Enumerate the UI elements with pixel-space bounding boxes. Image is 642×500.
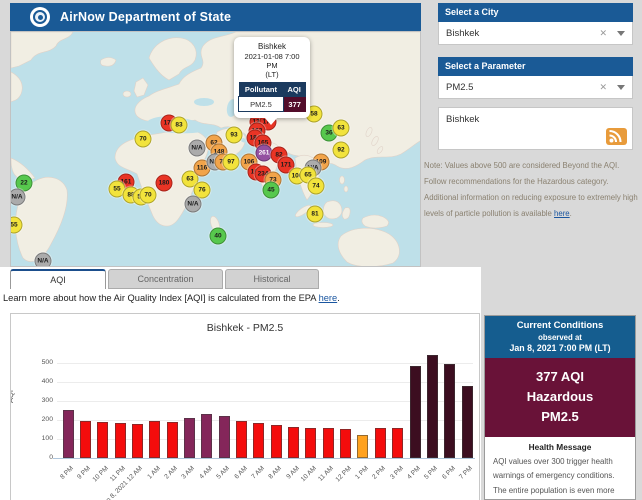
- chart-bar[interactable]: [271, 425, 282, 458]
- chart-bar[interactable]: [427, 355, 438, 458]
- aqi-value-line: 377 AQI: [485, 367, 635, 387]
- aqi-marker[interactable]: 70: [140, 187, 157, 204]
- chart-bar[interactable]: [288, 427, 299, 458]
- chart-bar[interactable]: [115, 423, 126, 458]
- city-chevron-down-icon[interactable]: [617, 31, 625, 36]
- beyond-aqi-note: Note: Values above 500 are considered Be…: [424, 158, 638, 222]
- parameter-select-box: Select a Parameter PM2.5 ✕: [438, 57, 633, 99]
- app-header: AirNow Department of State: [10, 3, 421, 31]
- note-here-link[interactable]: here: [554, 209, 570, 218]
- aqi-marker[interactable]: 81: [307, 206, 324, 223]
- health-message-title: Health Message: [493, 442, 627, 452]
- rss-icon[interactable]: [606, 128, 627, 145]
- city-select-label: Select a City: [438, 3, 633, 22]
- chart-bar[interactable]: [357, 435, 368, 458]
- parameter-select[interactable]: PM2.5 ✕: [438, 76, 633, 99]
- tab-concentration[interactable]: Concentration: [108, 269, 223, 289]
- aqi-marker[interactable]: 70: [135, 131, 152, 148]
- aqi-marker[interactable]: 74: [308, 178, 325, 195]
- chart-bar[interactable]: [201, 414, 212, 458]
- chart-x-axis-line: [53, 458, 475, 459]
- parameter-clear-icon[interactable]: ✕: [599, 82, 607, 93]
- health-message-text: AQI values over 300 trigger health warni…: [493, 455, 627, 500]
- chart-bar[interactable]: [323, 428, 334, 458]
- city-select-value: Bishkek: [439, 28, 599, 39]
- popup-city: Bishkek: [238, 42, 306, 51]
- aqi-marker[interactable]: 40: [210, 228, 227, 245]
- dept-state-seal-icon: [30, 7, 50, 27]
- aqi-marker[interactable]: 97: [223, 154, 240, 171]
- chart-bar[interactable]: [184, 418, 195, 458]
- chart-bar[interactable]: [305, 428, 316, 458]
- city-select-box: Select a City Bishkek ✕: [438, 3, 633, 45]
- observed-at-time: Jan 8, 2021 7:00 PM (LT): [487, 343, 633, 353]
- current-conditions-title: Current Conditions: [487, 320, 633, 331]
- popup-pollutant-value: PM2.5: [239, 97, 284, 112]
- aqi-marker[interactable]: 45: [263, 182, 280, 199]
- aqi-marker[interactable]: N/A: [35, 253, 52, 268]
- chart-bar[interactable]: [236, 421, 247, 458]
- chart-y-axis-label: AQI: [10, 390, 15, 403]
- popup-aqi-header: AQI: [283, 82, 305, 97]
- chart-bar[interactable]: [340, 429, 351, 458]
- chart-bar[interactable]: [410, 366, 421, 458]
- chart-y-tick-label: 0: [19, 454, 53, 461]
- view-tabs: AQI Concentration Historical: [10, 269, 319, 289]
- world-aqi-map[interactable]: 22N/A55N/A70176831615588577018063116N/A7…: [10, 31, 421, 267]
- popup-aqi-value: 377: [283, 97, 305, 112]
- chart-bar[interactable]: [444, 364, 455, 458]
- popup-table: Pollutant AQI PM2.5 377: [238, 82, 306, 112]
- epa-here-link[interactable]: here: [319, 293, 338, 303]
- parameter-chevron-down-icon[interactable]: [617, 85, 625, 90]
- popup-timezone: (LT): [238, 70, 306, 79]
- chart-y-tick-label: 200: [19, 416, 53, 423]
- aqi-marker[interactable]: 93: [226, 127, 243, 144]
- chart-bar[interactable]: [97, 422, 108, 458]
- chart-bar[interactable]: [167, 422, 178, 458]
- aqi-marker[interactable]: N/A: [185, 196, 202, 213]
- health-message-block: Health Message AQI values over 300 trigg…: [485, 437, 635, 500]
- current-conditions-header: Current Conditions observed at Jan 8, 20…: [485, 316, 635, 358]
- chart-bar[interactable]: [132, 424, 143, 458]
- chart-bar[interactable]: [462, 386, 473, 458]
- chart-title: Bishkek - PM2.5: [11, 322, 479, 334]
- learn-more-text: Learn more about how the Air Quality Ind…: [3, 293, 340, 303]
- aqi-marker[interactable]: 83: [171, 117, 188, 134]
- current-conditions-panel: Current Conditions observed at Jan 8, 20…: [484, 315, 636, 500]
- chart-y-tick-label: 400: [19, 378, 53, 385]
- chart-y-tick-label: 300: [19, 397, 53, 404]
- aqi-pollutant-line: PM2.5: [485, 407, 635, 427]
- aqi-marker[interactable]: 63: [333, 120, 350, 137]
- feed-box: Bishkek: [438, 107, 633, 150]
- observed-at-label: observed at: [487, 333, 633, 342]
- chart-bar[interactable]: [80, 421, 91, 458]
- map-popup: Bishkek 2021-01-08 7:00 PM (LT) Pollutan…: [234, 37, 310, 118]
- tab-aqi[interactable]: AQI: [10, 269, 106, 289]
- chart-bar[interactable]: [375, 428, 386, 458]
- city-clear-icon[interactable]: ✕: [599, 28, 607, 39]
- aqi-marker[interactable]: N/A: [189, 140, 206, 157]
- chart-bar[interactable]: [219, 416, 230, 458]
- popup-pollutant-header: Pollutant: [239, 82, 284, 97]
- chart-bar[interactable]: [63, 410, 74, 458]
- parameter-select-label: Select a Parameter: [438, 57, 633, 76]
- chart-gridline: [57, 363, 473, 364]
- aqi-marker[interactable]: 180: [156, 175, 173, 192]
- parameter-select-value: PM2.5: [439, 82, 599, 93]
- chart-bar[interactable]: [149, 421, 160, 458]
- aqi-category-line: Hazardous: [485, 387, 635, 407]
- aqi-bar-chart: Bishkek - PM2.5 AQI 01002003004005008 PM…: [10, 313, 480, 500]
- popup-datetime: 2021-01-08 7:00 PM: [238, 52, 306, 70]
- aqi-marker[interactable]: 92: [333, 142, 350, 159]
- feed-city-label: Bishkek: [446, 114, 479, 125]
- chart-y-tick-label: 500: [19, 359, 53, 366]
- airnow-page: AirNow Department of State: [0, 0, 642, 500]
- tab-historical[interactable]: Historical: [225, 269, 319, 289]
- chart-bar[interactable]: [253, 423, 264, 458]
- city-select[interactable]: Bishkek ✕: [438, 22, 633, 45]
- page-title: AirNow Department of State: [60, 10, 231, 24]
- chart-y-tick-label: 100: [19, 435, 53, 442]
- aqi-status-block: 377 AQI Hazardous PM2.5: [485, 358, 635, 437]
- chart-bar[interactable]: [392, 428, 403, 458]
